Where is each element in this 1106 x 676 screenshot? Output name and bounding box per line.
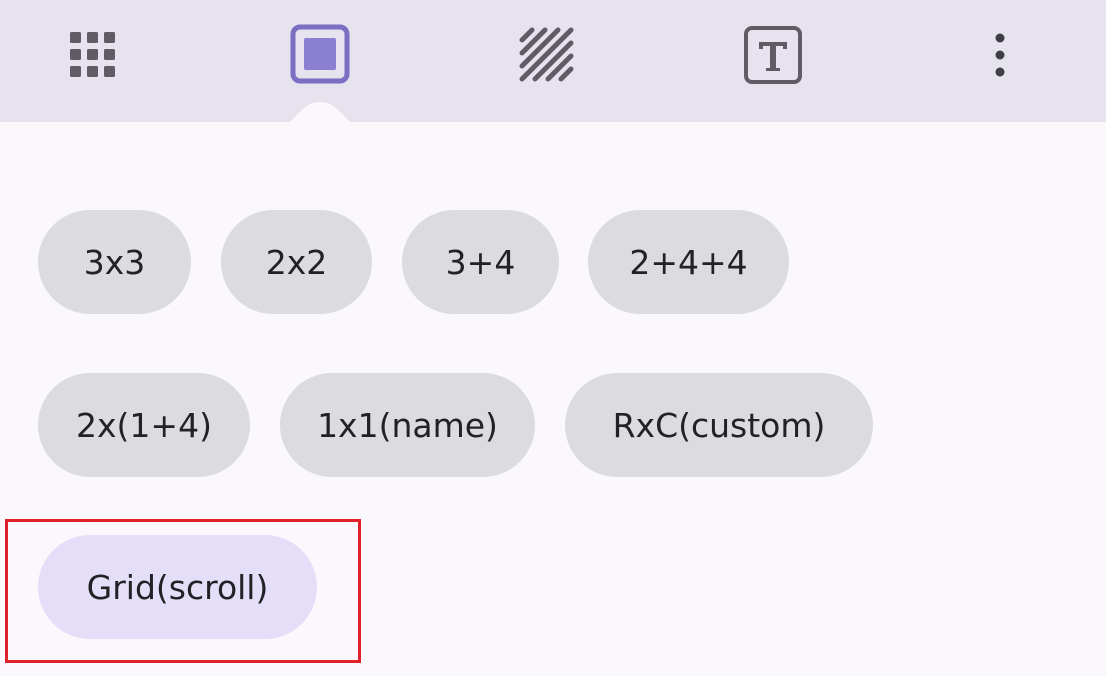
tab-grid[interactable] <box>58 20 128 90</box>
layout-chip-1x1-name[interactable]: 1x1(name) <box>280 373 535 477</box>
selection-indicator <box>282 102 358 124</box>
layout-chip-3plus4[interactable]: 3+4 <box>402 210 559 314</box>
tab-text[interactable] <box>738 20 808 90</box>
layout-chip-2plus4plus4[interactable]: 2+4+4 <box>588 210 789 314</box>
text-box-icon <box>744 26 802 84</box>
layout-chip-2x2[interactable]: 2x2 <box>221 210 372 314</box>
layout-chip-rxc-custom[interactable]: RxC(custom) <box>565 373 873 477</box>
chip-label: 1x1(name) <box>317 405 498 445</box>
chip-label: 2+4+4 <box>629 242 748 282</box>
grid-dots-icon <box>70 32 115 77</box>
toolbar <box>0 0 1106 124</box>
layout-chip-grid-scroll[interactable]: Grid(scroll) <box>38 535 317 639</box>
layout-chip-2x-1plus4[interactable]: 2x(1+4) <box>38 373 250 477</box>
diagonal-stripes-icon <box>519 27 574 82</box>
chip-label: 2x(1+4) <box>76 405 212 445</box>
tab-more[interactable] <box>965 20 1035 90</box>
tab-pattern[interactable] <box>512 20 582 90</box>
layout-chip-3x3[interactable]: 3x3 <box>38 210 191 314</box>
more-vertical-icon <box>995 33 1005 77</box>
tab-frame[interactable] <box>284 18 356 90</box>
chip-label: 3+4 <box>445 242 516 282</box>
square-frame-icon <box>290 24 350 84</box>
chip-label: RxC(custom) <box>612 405 826 445</box>
chip-label: Grid(scroll) <box>86 567 269 607</box>
chip-label: 2x2 <box>265 242 328 282</box>
chip-label: 3x3 <box>83 242 146 282</box>
